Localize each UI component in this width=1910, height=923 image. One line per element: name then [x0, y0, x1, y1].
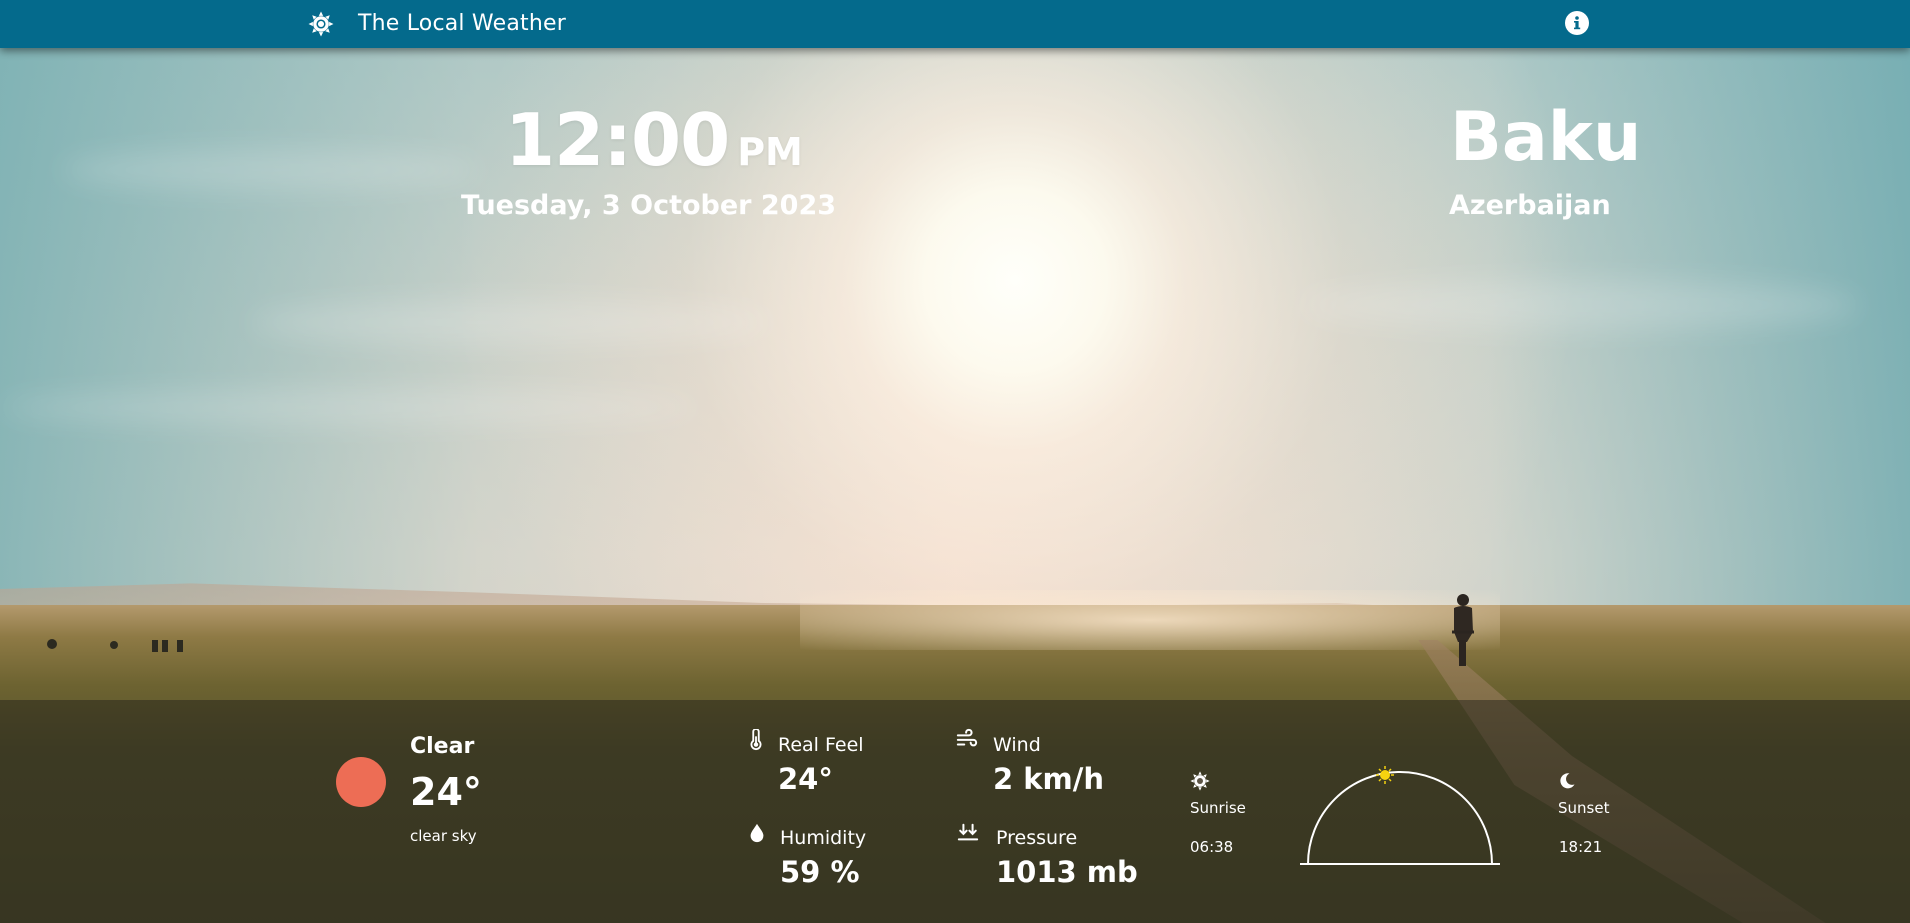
sun-gear-icon	[308, 11, 334, 37]
cloud	[0, 390, 700, 425]
weather-details-panel	[0, 700, 1910, 923]
current-date: Tuesday, 3 October 2023	[461, 190, 837, 221]
cloud	[250, 300, 770, 345]
sunset-label: Sunset	[1558, 799, 1610, 817]
info-button[interactable]	[1565, 11, 1589, 35]
cloud	[1300, 280, 1860, 330]
wind-value: 2 km/h	[993, 762, 1105, 796]
real-feel-value: 24°	[778, 762, 833, 796]
droplet-icon	[750, 823, 764, 843]
top-bar: The Local Weather	[0, 0, 1910, 48]
horizon-haze	[800, 590, 1500, 650]
time-value: 12:00	[505, 98, 730, 182]
sunrise-label: Sunrise	[1190, 799, 1246, 817]
cyclist-silhouette	[1452, 594, 1474, 666]
country-name: Azerbaijan	[1449, 190, 1611, 221]
moon-icon	[1560, 773, 1575, 789]
sun-path-arc	[1300, 766, 1500, 865]
condition-description: clear sky	[410, 827, 477, 845]
humidity-label: Humidity	[780, 827, 867, 849]
wind-label: Wind	[993, 734, 1041, 756]
humidity-value: 59 %	[780, 855, 860, 889]
sunrise-time: 06:38	[1190, 838, 1234, 856]
condition-label: Clear	[410, 734, 475, 759]
real-feel-label: Real Feel	[778, 734, 864, 756]
app-title: The Local Weather	[358, 11, 566, 36]
sunrise-sun-icon	[1190, 771, 1210, 791]
thermometer-icon	[750, 729, 762, 750]
pressure-value: 1013 mb	[996, 855, 1138, 889]
info-icon	[1574, 16, 1581, 30]
city-name: Baku	[1450, 98, 1642, 177]
pressure-down-arrows-icon	[957, 823, 979, 841]
sun-position-marker	[1376, 766, 1394, 784]
cloud	[60, 150, 480, 190]
sunset-time: 18:21	[1559, 838, 1603, 856]
pressure-label: Pressure	[996, 827, 1078, 849]
current-temperature: 24°	[410, 770, 482, 814]
clock-time: 12:00 PM	[505, 98, 803, 182]
distant-people	[47, 639, 183, 652]
time-ampm: PM	[737, 130, 803, 174]
wind-icon	[956, 728, 978, 747]
clear-condition-icon	[336, 757, 386, 807]
